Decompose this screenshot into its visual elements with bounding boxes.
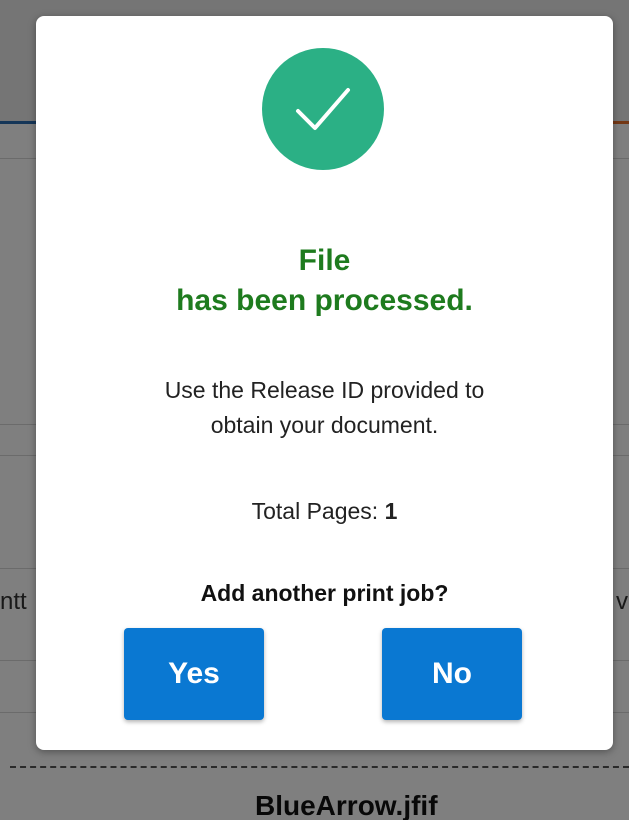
total-pages-label: Total Pages: [251, 498, 379, 524]
checkmark-icon [296, 88, 350, 130]
dialog-message-line: obtain your document. [210, 412, 439, 438]
total-pages-value: 1 [384, 498, 398, 524]
dialog-message: Use the Release ID provided to obtain yo… [36, 373, 613, 443]
dialog-title: File has been processed. [36, 241, 613, 321]
dialog-message-line: Use the Release ID provided to [164, 377, 485, 403]
success-dialog: File has been processed. Use the Release… [36, 16, 613, 750]
add-job-question: Add another print job? [200, 580, 449, 606]
total-pages: Total Pages: 1 [36, 496, 613, 526]
success-badge [262, 48, 384, 170]
no-button[interactable]: No [382, 628, 522, 720]
dialog-title-line: File [298, 244, 351, 277]
dialog-title-line: has been processed. [176, 284, 473, 317]
yes-button[interactable]: Yes [124, 628, 264, 720]
